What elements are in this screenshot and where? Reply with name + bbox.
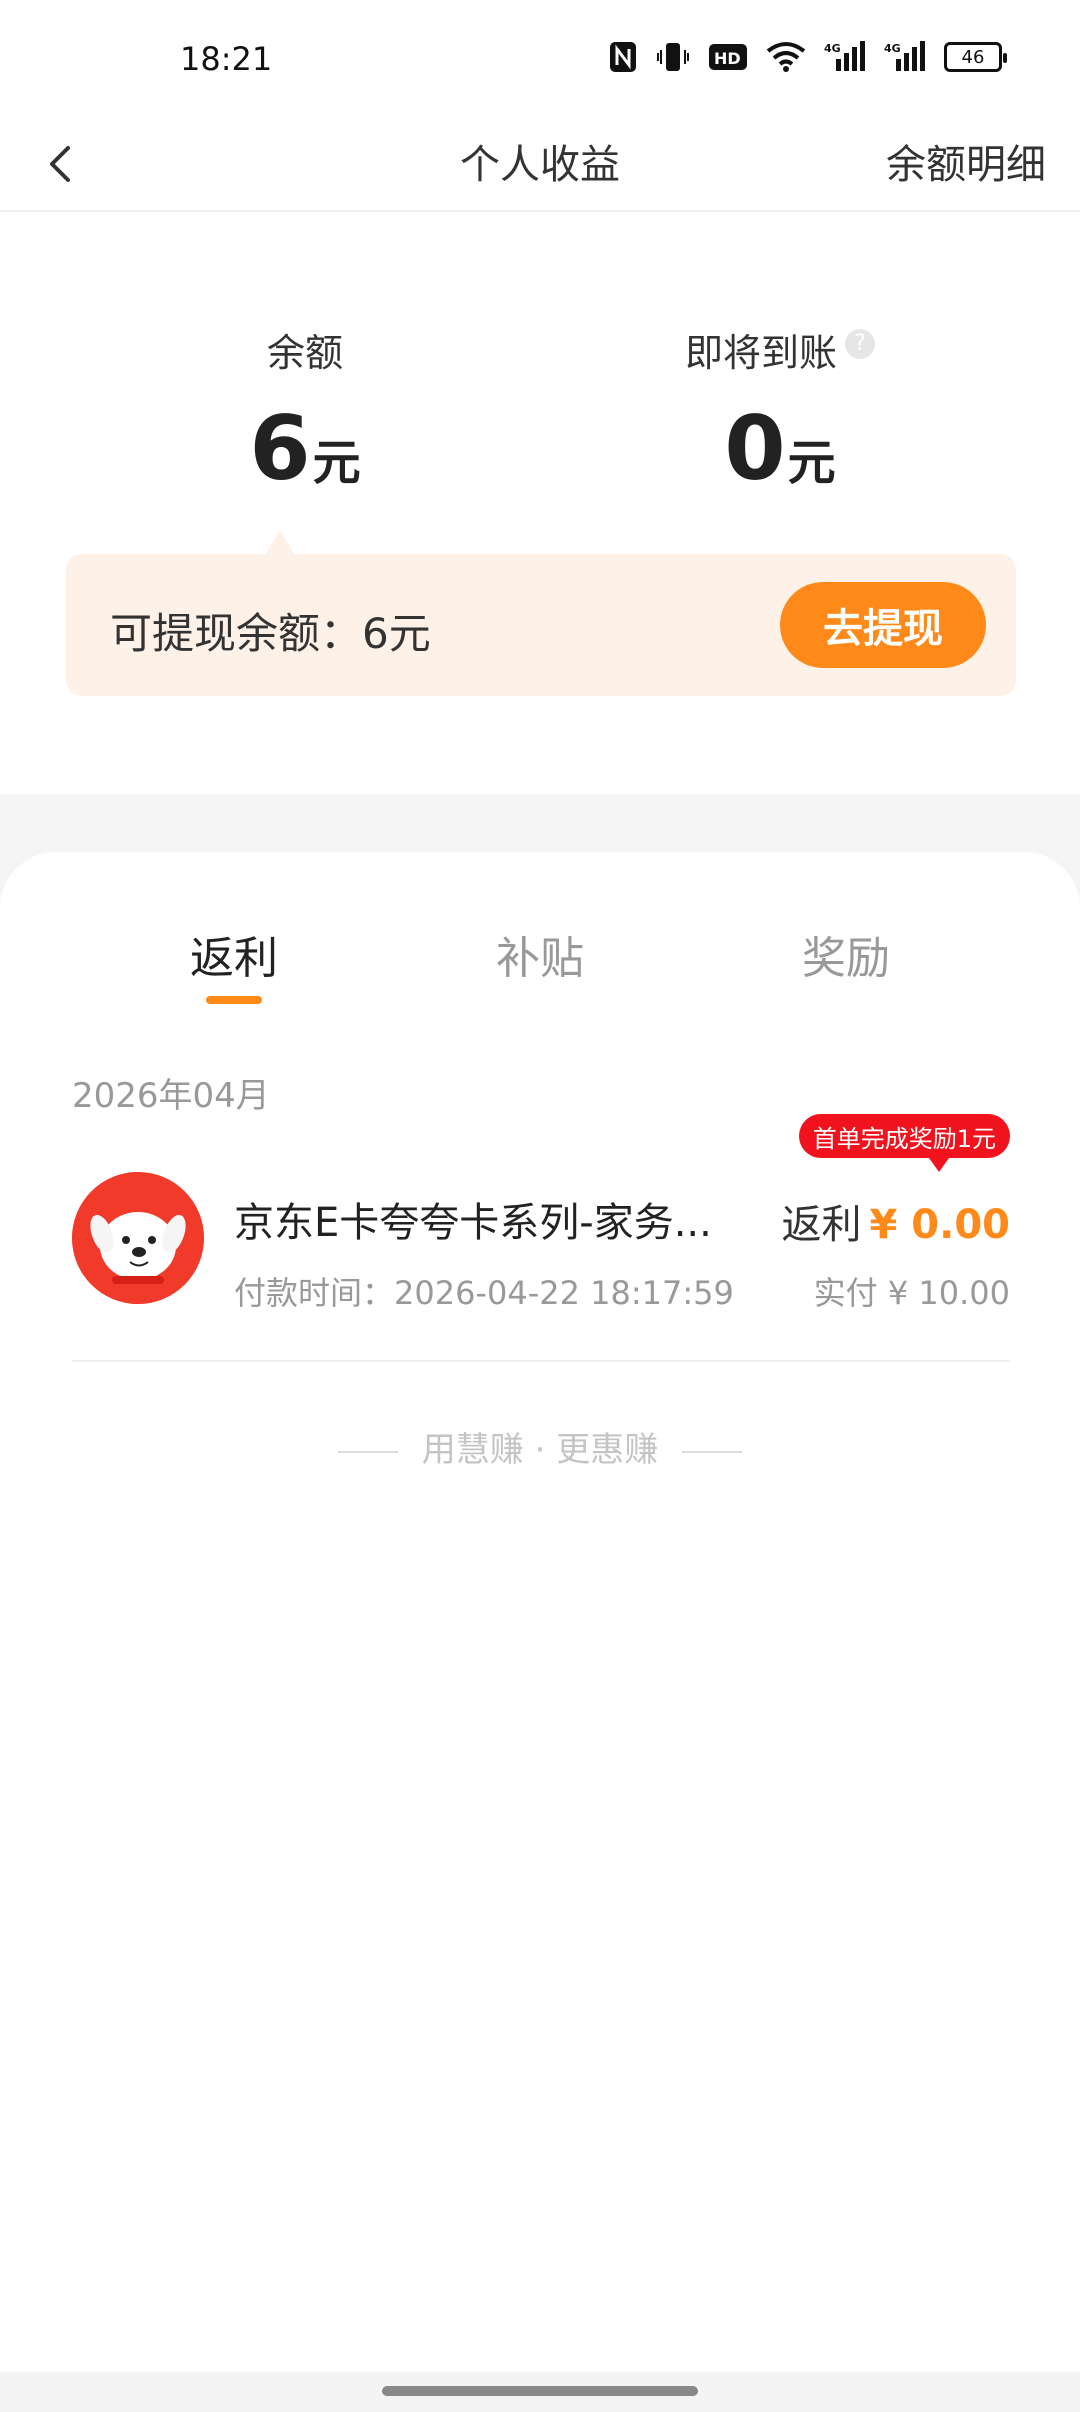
withdrawable-box: 可提现余额：6元 去提现 xyxy=(66,530,1016,696)
hd-icon: HD xyxy=(708,40,748,74)
title-bar: 个人收益 余额明细 xyxy=(0,120,1080,212)
list-item[interactable]: 京东E卡夸夸卡系列-家务... 付款时间：2026-04-22 18:17:59… xyxy=(72,1112,1010,1312)
paid-amount: 实付 ¥ 10.00 xyxy=(813,1274,1010,1312)
balance-label: 余额 xyxy=(266,331,343,375)
home-indicator[interactable] xyxy=(382,2386,698,2396)
help-icon[interactable]: ? xyxy=(845,328,875,359)
gesture-bar xyxy=(0,2372,1080,2412)
signal-4g-icon: 4G xyxy=(824,40,866,74)
product-name: 京东E卡夸夸卡系列-家务... xyxy=(234,1200,712,1246)
balance-value: 6元 xyxy=(249,397,361,500)
battery-icon: 46 xyxy=(944,42,1007,72)
balance-detail-link[interactable]: 余额明细 xyxy=(886,132,1046,190)
active-tab-indicator xyxy=(206,996,262,1004)
svg-text:4G: 4G xyxy=(824,42,841,55)
personal-earnings-page: 18:21 HD 4G 4G 46 个人收益 余额明细 余额 6元 即将到账 ?… xyxy=(0,0,1080,2412)
footer-slogan: 用慧赚 · 更惠赚 xyxy=(0,1422,1080,1471)
rebate-line: 返利 ¥ 0.00 xyxy=(782,1192,1010,1250)
reward-badge: 首单完成奖励1元 xyxy=(798,1114,1010,1172)
month-header: 2026年04月 xyxy=(72,1076,270,1116)
signal-4g-icon: 4G xyxy=(884,40,926,74)
rebate-label: 返利 xyxy=(781,1202,862,1248)
pending-label: 即将到账 xyxy=(684,331,837,375)
payment-time: 付款时间：2026-04-22 18:17:59 xyxy=(234,1274,734,1312)
slogan-text: 用慧赚 · 更惠赚 xyxy=(421,1430,659,1470)
pending-stat: 即将到账 ? 0元 xyxy=(660,322,900,493)
status-time: 18:21 xyxy=(180,40,273,78)
balance-stat: 余额 6元 xyxy=(210,322,400,493)
svg-text:HD: HD xyxy=(714,49,741,68)
divider xyxy=(72,1360,1010,1362)
record-tabs: 返利 补贴 奖励 xyxy=(0,922,1080,1004)
vibrate-icon xyxy=(656,40,690,74)
wifi-icon xyxy=(766,40,806,74)
jd-dog-icon xyxy=(72,1172,204,1304)
rebate-amount: ¥ 0.00 xyxy=(869,1202,1010,1248)
tab-reward[interactable]: 奖励 xyxy=(746,922,946,986)
pending-label-wrap: 即将到账 ? xyxy=(685,322,875,377)
withdraw-button[interactable]: 去提现 xyxy=(780,582,986,668)
slogan-line-right xyxy=(682,1450,743,1453)
tab-subsidy[interactable]: 补贴 xyxy=(440,922,640,986)
status-bar: 18:21 HD 4G 4G 46 xyxy=(0,0,1080,120)
status-icons: HD 4G 4G 46 xyxy=(608,40,1007,74)
nfc-icon xyxy=(608,40,638,74)
jd-mascot-avatar xyxy=(72,1172,204,1304)
earnings-summary: 余额 6元 即将到账 ? 0元 可提现余额：6元 去提现 xyxy=(0,212,1080,792)
tab-rebate[interactable]: 返利 xyxy=(134,922,334,986)
svg-text:4G: 4G xyxy=(884,42,901,55)
pending-value: 0元 xyxy=(724,397,836,500)
records-card: 返利 补贴 奖励 2026年04月 京东E卡夸夸卡系列-家务... 付款时间：2… xyxy=(0,852,1080,2372)
slogan-line-left xyxy=(337,1450,398,1453)
withdrawable-text: 可提现余额：6元 xyxy=(110,609,431,658)
